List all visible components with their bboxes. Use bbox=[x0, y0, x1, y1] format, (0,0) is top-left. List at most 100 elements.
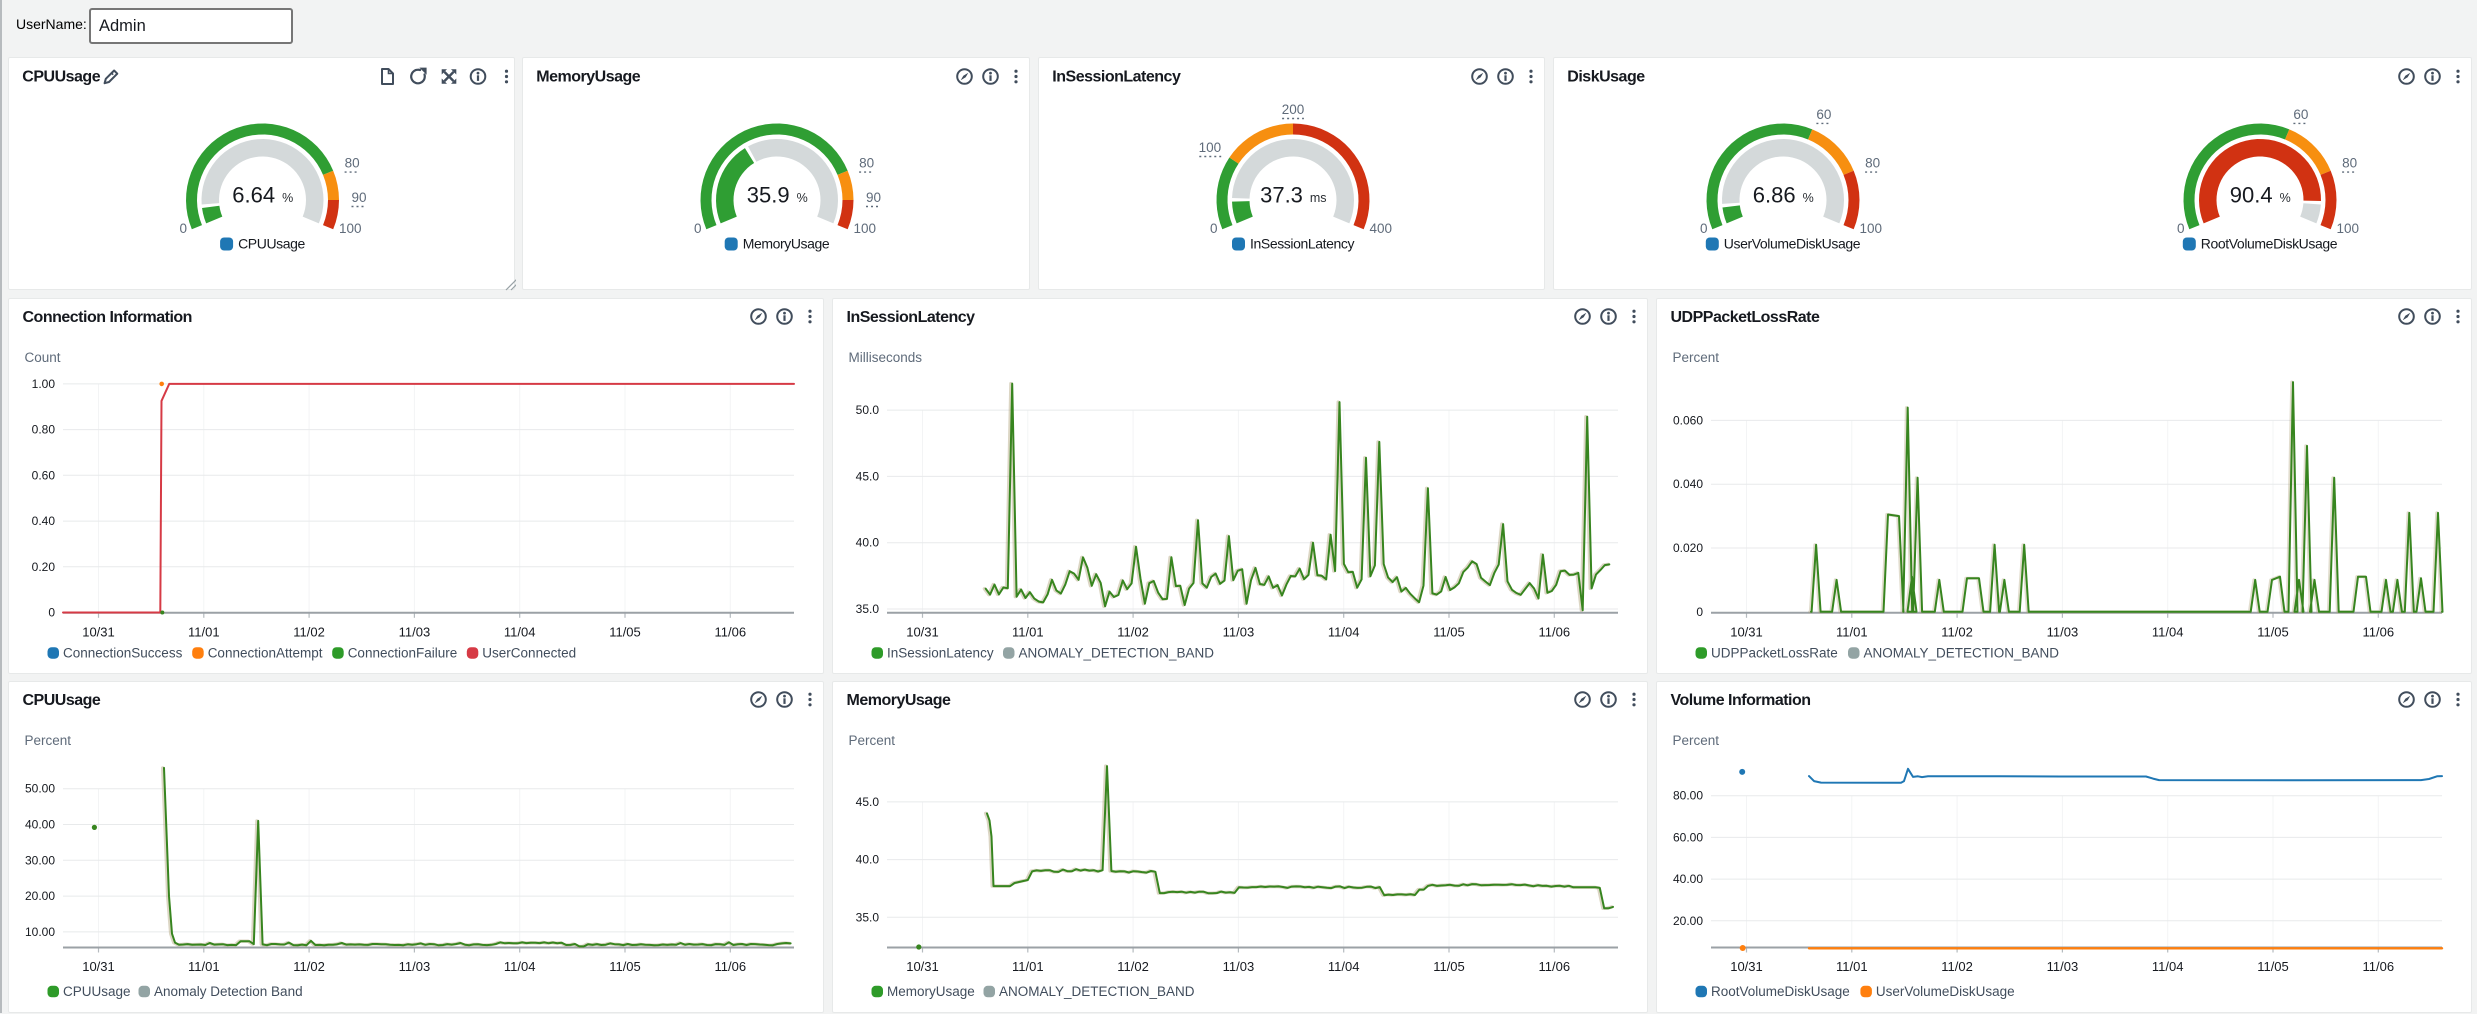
svg-text:35.0: 35.0 bbox=[856, 910, 880, 924]
svg-text:45.0: 45.0 bbox=[856, 469, 880, 483]
svg-text:ANOMALY_DETECTION_BAND: ANOMALY_DETECTION_BAND bbox=[999, 984, 1195, 999]
svg-text:Count: Count bbox=[25, 350, 61, 365]
svg-text:11/03: 11/03 bbox=[399, 624, 431, 639]
svg-text:11/04: 11/04 bbox=[504, 624, 536, 639]
svg-text:%: % bbox=[282, 191, 293, 205]
svg-text:11/01: 11/01 bbox=[1012, 959, 1044, 974]
svg-text:%: % bbox=[797, 191, 808, 205]
svg-text:10/31: 10/31 bbox=[1730, 624, 1763, 639]
svg-text:11/06: 11/06 bbox=[1539, 959, 1571, 974]
svg-text:0.20: 0.20 bbox=[32, 559, 56, 573]
svg-text:Volume Information: Volume Information bbox=[1671, 692, 1811, 709]
svg-text:CPUUsage: CPUUsage bbox=[22, 69, 100, 86]
svg-text:CPUUsage: CPUUsage bbox=[23, 692, 101, 709]
svg-text:ConnectionSuccess: ConnectionSuccess bbox=[63, 645, 183, 660]
svg-text:11/05: 11/05 bbox=[1433, 624, 1465, 639]
svg-text:11/04: 11/04 bbox=[2152, 959, 2184, 974]
svg-text:80.00: 80.00 bbox=[1673, 789, 1703, 803]
svg-text:UserVolumeDiskUsage: UserVolumeDiskUsage bbox=[1876, 984, 2015, 999]
svg-text:Connection Information: Connection Information bbox=[23, 309, 192, 326]
svg-text:37.3: 37.3 bbox=[1260, 183, 1303, 208]
svg-text:90: 90 bbox=[866, 190, 881, 205]
svg-text:InSessionLatency: InSessionLatency bbox=[1052, 69, 1181, 86]
svg-text:11/06: 11/06 bbox=[715, 959, 747, 974]
svg-text:11/06: 11/06 bbox=[715, 624, 747, 639]
svg-text:20.00: 20.00 bbox=[1673, 914, 1703, 928]
svg-text:40.00: 40.00 bbox=[1673, 872, 1703, 886]
svg-text:RootVolumeDiskUsage: RootVolumeDiskUsage bbox=[1711, 984, 1850, 999]
svg-text:11/03: 11/03 bbox=[399, 959, 431, 974]
svg-text:11/02: 11/02 bbox=[1117, 624, 1149, 639]
svg-text:DiskUsage: DiskUsage bbox=[1567, 69, 1645, 86]
svg-text:80: 80 bbox=[1865, 156, 1880, 171]
svg-text:60.00: 60.00 bbox=[1673, 830, 1703, 844]
svg-text:50.0: 50.0 bbox=[856, 403, 880, 417]
svg-text:0.020: 0.020 bbox=[1673, 541, 1703, 555]
svg-text:0.80: 0.80 bbox=[32, 422, 56, 436]
svg-text:RootVolumeDiskUsage: RootVolumeDiskUsage bbox=[2201, 236, 2338, 252]
svg-text:11/06: 11/06 bbox=[2363, 624, 2395, 639]
svg-text:11/03: 11/03 bbox=[1223, 624, 1255, 639]
svg-text:11/02: 11/02 bbox=[1941, 624, 1973, 639]
svg-text:11/02: 11/02 bbox=[1941, 959, 1973, 974]
svg-text:ANOMALY_DETECTION_BAND: ANOMALY_DETECTION_BAND bbox=[1864, 645, 2060, 660]
svg-text:MemoryUsage: MemoryUsage bbox=[887, 984, 975, 999]
svg-text:50.00: 50.00 bbox=[25, 782, 55, 796]
svg-text:40.00: 40.00 bbox=[25, 818, 55, 832]
svg-text:11/03: 11/03 bbox=[1223, 959, 1255, 974]
svg-text:0: 0 bbox=[2177, 221, 2185, 236]
svg-text:30.00: 30.00 bbox=[25, 853, 55, 867]
svg-text:11/04: 11/04 bbox=[2152, 624, 2184, 639]
svg-text:11/03: 11/03 bbox=[2047, 959, 2079, 974]
svg-text:11/05: 11/05 bbox=[2257, 624, 2289, 639]
svg-text:10/31: 10/31 bbox=[1730, 959, 1763, 974]
svg-text:Percent: Percent bbox=[1673, 733, 1720, 748]
svg-text:10/31: 10/31 bbox=[906, 624, 939, 639]
svg-text:11/04: 11/04 bbox=[1328, 959, 1360, 974]
svg-text:80: 80 bbox=[345, 156, 360, 171]
svg-text:CPUUsage: CPUUsage bbox=[63, 984, 131, 999]
svg-text:UserVolumeDiskUsage: UserVolumeDiskUsage bbox=[1724, 236, 1861, 252]
svg-text:100: 100 bbox=[339, 221, 362, 236]
svg-text:6.86: 6.86 bbox=[1753, 183, 1796, 208]
svg-text:MemoryUsage: MemoryUsage bbox=[847, 692, 951, 709]
svg-text:Percent: Percent bbox=[25, 733, 72, 748]
svg-text:ms: ms bbox=[1310, 191, 1327, 205]
svg-text:0: 0 bbox=[1700, 221, 1708, 236]
svg-text:35.9: 35.9 bbox=[747, 183, 790, 208]
svg-text:11/04: 11/04 bbox=[504, 959, 536, 974]
svg-text:11/02: 11/02 bbox=[293, 959, 325, 974]
svg-text:60: 60 bbox=[1816, 107, 1831, 122]
svg-text:MemoryUsage: MemoryUsage bbox=[743, 236, 830, 252]
svg-text:InSessionLatency: InSessionLatency bbox=[847, 309, 976, 326]
svg-text:200: 200 bbox=[1282, 102, 1305, 117]
svg-text:35.0: 35.0 bbox=[856, 602, 880, 616]
svg-text:11/05: 11/05 bbox=[2257, 959, 2289, 974]
svg-text:40.0: 40.0 bbox=[856, 535, 880, 549]
svg-text:11/06: 11/06 bbox=[2363, 959, 2395, 974]
svg-text:UDPPacketLossRate: UDPPacketLossRate bbox=[1711, 645, 1838, 660]
svg-text:60: 60 bbox=[2293, 107, 2308, 122]
svg-text:InSessionLatency: InSessionLatency bbox=[887, 645, 994, 660]
svg-text:0: 0 bbox=[48, 605, 55, 619]
svg-text:90: 90 bbox=[352, 190, 367, 205]
svg-text:%: % bbox=[1803, 191, 1814, 205]
svg-text:11/06: 11/06 bbox=[1539, 624, 1571, 639]
svg-text:0.40: 0.40 bbox=[32, 514, 56, 528]
svg-text:ANOMALY_DETECTION_BAND: ANOMALY_DETECTION_BAND bbox=[1019, 645, 1215, 660]
svg-text:0: 0 bbox=[694, 221, 702, 236]
svg-text:10/31: 10/31 bbox=[82, 624, 115, 639]
svg-text:11/05: 11/05 bbox=[1433, 959, 1465, 974]
svg-text:0: 0 bbox=[1696, 604, 1703, 618]
svg-text:10/31: 10/31 bbox=[82, 959, 115, 974]
svg-text:10/31: 10/31 bbox=[906, 959, 939, 974]
svg-text:6.64: 6.64 bbox=[232, 183, 275, 208]
svg-text:11/01: 11/01 bbox=[188, 624, 220, 639]
svg-text:10.00: 10.00 bbox=[25, 925, 55, 939]
svg-text:11/03: 11/03 bbox=[2047, 624, 2079, 639]
svg-text:Percent: Percent bbox=[1673, 350, 1720, 365]
svg-text:11/01: 11/01 bbox=[1012, 624, 1044, 639]
svg-text:20.00: 20.00 bbox=[25, 889, 55, 903]
svg-text:UDPPacketLossRate: UDPPacketLossRate bbox=[1671, 309, 1821, 326]
svg-text:Milliseconds: Milliseconds bbox=[849, 350, 923, 365]
